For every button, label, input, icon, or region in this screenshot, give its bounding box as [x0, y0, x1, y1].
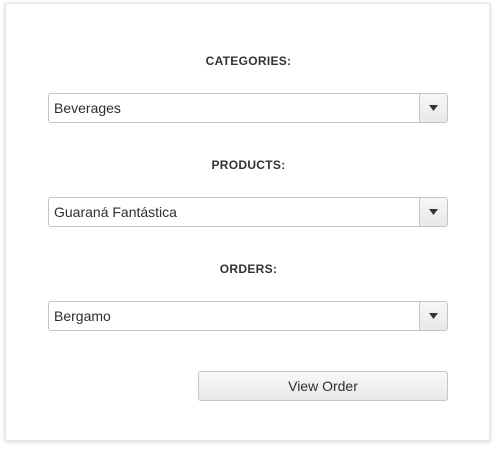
- categories-label: CATEGORIES:: [205, 54, 292, 68]
- view-order-button[interactable]: View Order: [198, 371, 448, 401]
- orders-selected-value: Bergamo: [54, 308, 111, 324]
- products-selected-value: Guaraná Fantástica: [54, 204, 177, 220]
- categories-selected-value: Beverages: [54, 100, 121, 116]
- chevron-down-icon: [429, 105, 438, 111]
- cascading-dropdowns-panel: CATEGORIES: Beverages PRODUCTS: Guaraná …: [5, 3, 490, 441]
- orders-label: ORDERS:: [219, 262, 278, 276]
- orders-dropdown-toggle[interactable]: [419, 302, 447, 330]
- products-dropdown[interactable]: Guaraná Fantástica: [48, 197, 448, 227]
- products-label: PRODUCTS:: [211, 158, 286, 172]
- orders-dropdown[interactable]: Bergamo: [48, 301, 448, 331]
- categories-dropdown[interactable]: Beverages: [48, 93, 448, 123]
- chevron-down-icon: [429, 209, 438, 215]
- products-dropdown-toggle[interactable]: [419, 198, 447, 226]
- chevron-down-icon: [429, 313, 438, 319]
- categories-dropdown-toggle[interactable]: [419, 94, 447, 122]
